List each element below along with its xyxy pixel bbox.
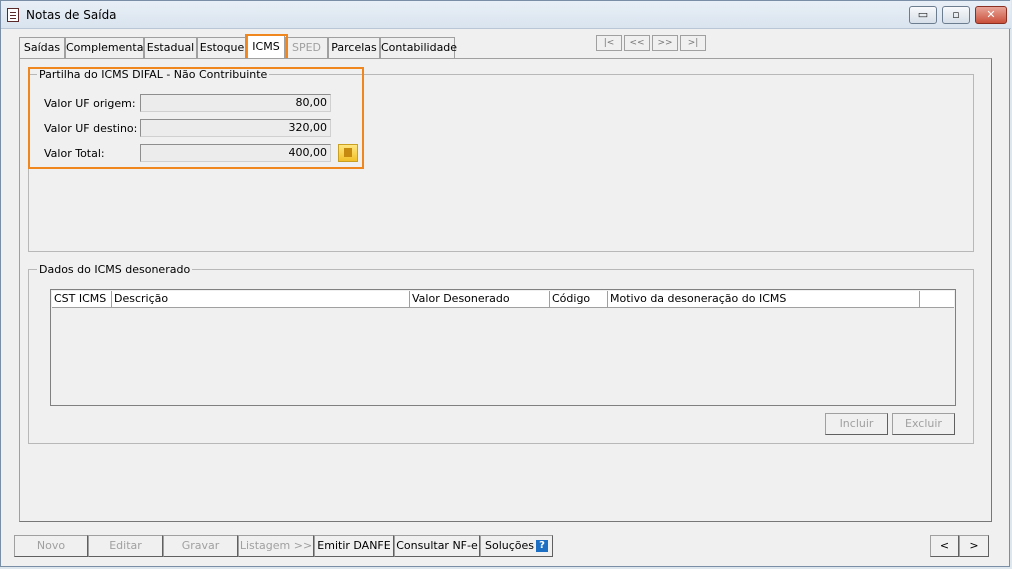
desonerado-grid[interactable]: CST ICMS Descrição Valor Desonerado Códi… [50, 289, 956, 406]
col-codigo[interactable]: Código [550, 291, 608, 307]
gravar-button[interactable]: Gravar [163, 535, 238, 557]
title-bar: Notas de Saída ▭ ▫ ✕ [1, 1, 1011, 29]
novo-button[interactable]: Novo [14, 535, 88, 557]
tab-estoque[interactable]: Estoque [197, 37, 247, 58]
solucoes-label: Soluções [484, 539, 535, 552]
maximize-button[interactable]: ▫ [942, 6, 970, 24]
tab-parcelas[interactable]: Parcelas [328, 37, 380, 58]
grid-header: CST ICMS Descrição Valor Desonerado Códi… [52, 291, 954, 308]
col-motivo[interactable]: Motivo da desoneração do ICMS [608, 291, 920, 307]
incluir-button[interactable]: Incluir [825, 413, 888, 435]
editar-button[interactable]: Editar [88, 535, 163, 557]
desonerado-legend: Dados do ICMS desonerado [37, 263, 193, 276]
tab-content-panel: Partilha do ICMS DIFAL - Não Contribuint… [19, 58, 992, 522]
close-button[interactable]: ✕ [975, 6, 1007, 24]
partilha-legend: Partilha do ICMS DIFAL - Não Contribuint… [37, 68, 270, 81]
document-icon [7, 8, 19, 22]
notas-de-saida-window: Notas de Saída ▭ ▫ ✕ Saídas Complementar… [0, 0, 1011, 567]
solucoes-button[interactable]: Soluções? [480, 535, 553, 557]
prev-page-button[interactable]: < [930, 535, 959, 557]
col-valor-desonerado[interactable]: Valor Desonerado [410, 291, 550, 307]
tab-estadual[interactable]: Estadual [144, 37, 197, 58]
col-descricao[interactable]: Descrição [112, 291, 410, 307]
tab-contabilidade[interactable]: Contabilidade [380, 37, 457, 58]
valor-total-field[interactable]: 400,00 [140, 144, 331, 162]
tab-complementar[interactable]: Complementar [65, 37, 148, 58]
excluir-button[interactable]: Excluir [892, 413, 955, 435]
col-cst-icms[interactable]: CST ICMS [52, 291, 112, 307]
listagem-button[interactable]: Listagem >> [238, 535, 314, 557]
minimize-button[interactable]: ▭ [909, 6, 937, 24]
calculator-icon[interactable] [338, 144, 358, 162]
valor-total-label: Valor Total: [44, 147, 105, 160]
consultar-nfe-button[interactable]: Consultar NF-e [394, 535, 480, 557]
uf-destino-field[interactable]: 320,00 [140, 119, 331, 137]
help-icon: ? [536, 540, 549, 552]
next-record-button[interactable]: >> [652, 35, 678, 51]
last-record-button[interactable]: >| [680, 35, 706, 51]
partilha-group: Partilha do ICMS DIFAL - Não Contribuint… [28, 68, 974, 252]
first-record-button[interactable]: |< [596, 35, 622, 51]
next-page-button[interactable]: > [959, 535, 989, 557]
uf-origem-field[interactable]: 80,00 [140, 94, 331, 112]
prev-record-button[interactable]: << [624, 35, 650, 51]
uf-origem-label: Valor UF origem: [44, 97, 136, 110]
tab-icms[interactable]: ICMS [247, 35, 285, 59]
emitir-danfe-button[interactable]: Emitir DANFE [314, 535, 394, 557]
desonerado-group: Dados do ICMS desonerado CST ICMS Descri… [28, 263, 974, 444]
uf-destino-label: Valor UF destino: [44, 122, 138, 135]
tab-saidas[interactable]: Saídas [19, 37, 65, 58]
tab-sped[interactable]: SPED [285, 37, 328, 58]
window-title: Notas de Saída [26, 8, 117, 22]
